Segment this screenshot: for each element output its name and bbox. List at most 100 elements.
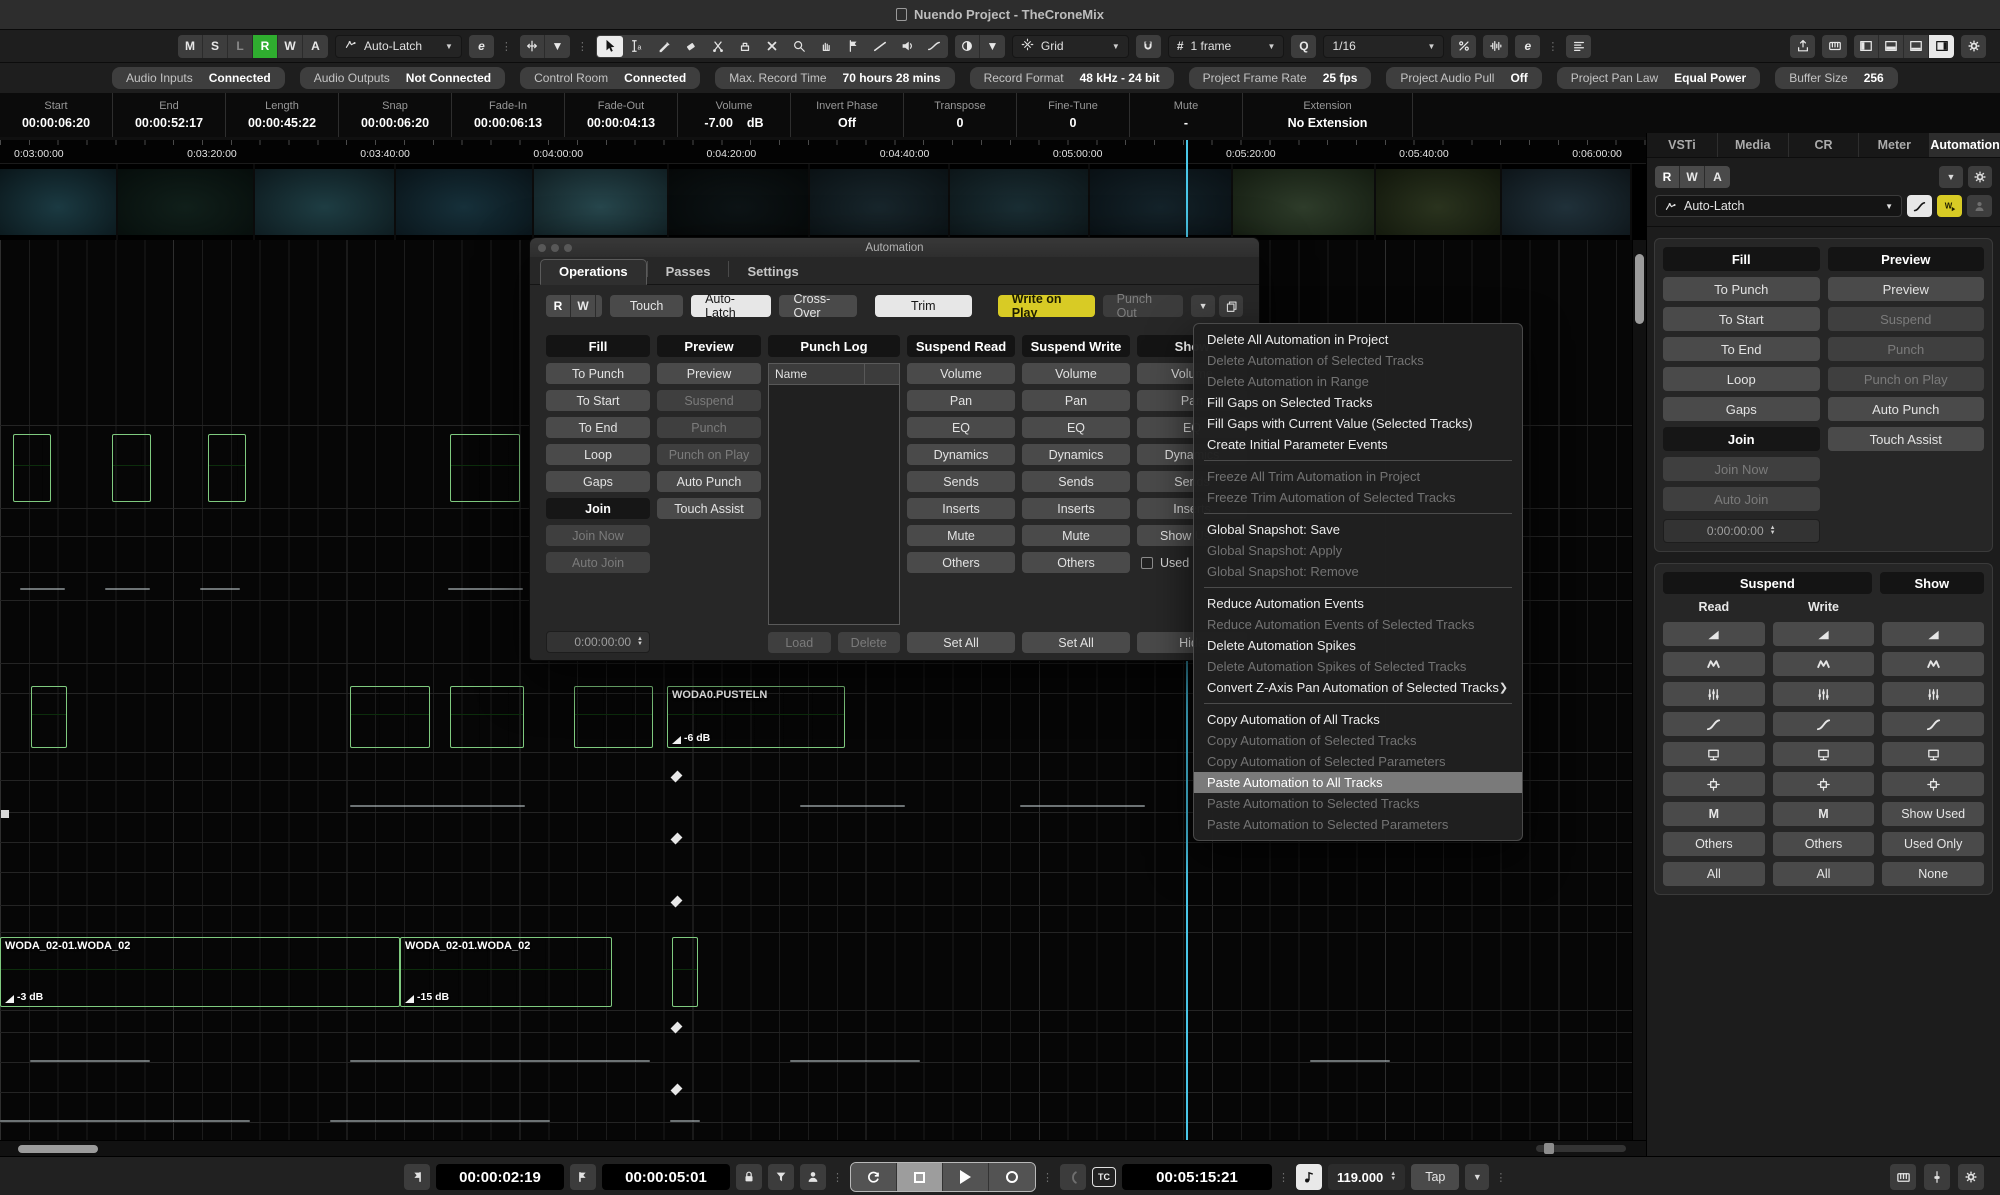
fill-time-stepper[interactable]: 0:00:00:00▲▼ (546, 631, 650, 653)
tab-settings[interactable]: Settings (729, 260, 816, 284)
loop-button[interactable]: Loop (546, 444, 650, 465)
horizontal-scrollbar[interactable] (0, 1140, 1646, 1156)
window-control-dots[interactable] (538, 244, 572, 252)
stepper-arrows-icon[interactable]: ▲▼ (1390, 1172, 1396, 1182)
preview-button[interactable]: Preview (657, 363, 761, 384)
timeline-ruler[interactable]: 0:03:00:000:03:20:000:03:40:000:04:00:00… (0, 140, 1646, 164)
audio-clip[interactable] (450, 434, 520, 502)
audio-clip[interactable] (13, 434, 51, 502)
curve-tool[interactable] (921, 36, 947, 57)
track-state-s-button[interactable]: S (203, 35, 228, 58)
transport-settings-gear-button[interactable] (1958, 1164, 1984, 1190)
video-thumbnail[interactable] (1090, 164, 1233, 240)
onscreen-keyboard-button[interactable] (1890, 1164, 1916, 1190)
audio-clip[interactable] (31, 686, 67, 748)
video-thumbnail[interactable] (118, 164, 255, 240)
pre-roll-button[interactable] (1060, 1164, 1086, 1190)
automation-mode-combo[interactable]: Auto-Latch ▼ (335, 35, 462, 58)
write-all-button[interactable]: All (1773, 862, 1875, 886)
write-m-button[interactable]: M (1773, 802, 1875, 826)
info-field-volume[interactable]: Volume-7.00dB (678, 93, 791, 137)
setup-toolbar-button[interactable] (1961, 35, 1986, 58)
track-state-l-button[interactable]: L (228, 35, 253, 58)
read-pan-button[interactable] (1663, 652, 1765, 676)
right-automation-mode-combo[interactable]: Auto-Latch▼ (1655, 195, 1902, 217)
info-field-mute[interactable]: Mute- (1130, 93, 1243, 137)
write-on-play-toggle-button[interactable]: W (1937, 195, 1962, 217)
snap-zero-crossing-button[interactable] (1451, 35, 1476, 58)
trim-toggle-button[interactable] (1907, 195, 1932, 217)
play-button[interactable] (943, 1163, 989, 1191)
cycle-button[interactable] (851, 1163, 897, 1191)
right-tab-vsti[interactable]: VSTi (1647, 133, 1718, 157)
object-selection-tool[interactable] (597, 36, 623, 57)
right-tab-automation[interactable]: Automation (1930, 133, 2000, 157)
show-sends-button[interactable] (1882, 742, 1984, 766)
info-field-length[interactable]: Length00:00:45:22 (226, 93, 339, 137)
right-tab-meter[interactable]: Meter (1859, 133, 1930, 157)
gaps-button[interactable]: Gaps (546, 471, 650, 492)
tab-operations[interactable]: Operations (540, 259, 647, 285)
set-all-button[interactable]: Set All (907, 632, 1015, 653)
show-show-used-button[interactable]: Show Used (1882, 802, 1984, 826)
left-locator-time[interactable]: 00:00:02:19 (436, 1164, 564, 1190)
workspace-button[interactable] (1566, 35, 1591, 58)
track-handle[interactable] (1, 810, 9, 818)
audio-clip[interactable] (208, 434, 246, 502)
automation-panel-titlebar[interactable]: Automation (530, 238, 1259, 257)
info-field-transpose[interactable]: Transpose0 (904, 93, 1017, 137)
video-thumbnail[interactable] (0, 164, 118, 240)
right-to-end-button[interactable]: To End (1663, 337, 1820, 361)
right-loop-button[interactable]: Loop (1663, 367, 1820, 391)
right-fill-time-stepper[interactable]: 0:00:00:00▲▼ (1663, 519, 1820, 543)
right-touch-assist-button[interactable]: Touch Assist (1828, 427, 1985, 451)
info-field-fade-in[interactable]: Fade-In00:00:06:13 (452, 93, 565, 137)
track-state-w-button[interactable]: W (278, 35, 303, 58)
hand-tool[interactable] (813, 36, 839, 57)
grid-type-combo[interactable]: # 1 frame ▼ (1168, 35, 1285, 58)
line-tool[interactable] (867, 36, 893, 57)
inserts-button[interactable]: Inserts (907, 498, 1015, 519)
write-volume-button[interactable] (1773, 622, 1875, 646)
export-button[interactable] (1790, 35, 1815, 58)
zone-right-toggle[interactable] (1929, 35, 1954, 58)
erase-tool[interactable] (678, 36, 704, 57)
auto-punch-button[interactable]: Auto Punch (657, 471, 761, 492)
info-field-fade-out[interactable]: Fade-Out00:00:04:13 (565, 93, 678, 137)
auto-punch-button[interactable] (800, 1164, 826, 1190)
automation-point-marker[interactable] (672, 833, 680, 847)
touch-mode-button[interactable]: Touch (610, 295, 683, 317)
menu-item-global-snapshot-save[interactable]: Global Snapshot: Save (1194, 519, 1522, 540)
to-end-button[interactable]: To End (546, 417, 650, 438)
read-others-button[interactable]: Others (1663, 832, 1765, 856)
write-pan-button[interactable] (1773, 652, 1875, 676)
read-volume-button[interactable] (1663, 622, 1765, 646)
video-thumbnail[interactable] (1502, 164, 1632, 240)
color-tool-button[interactable] (955, 35, 980, 58)
tempo-value[interactable]: 119.000▲▼ (1328, 1164, 1405, 1190)
glue-tool[interactable] (732, 36, 758, 57)
video-thumbnail[interactable] (396, 164, 534, 240)
menu-item-delete-all-automation-in-project[interactable]: Delete All Automation in Project (1194, 329, 1522, 350)
video-thumbnail[interactable] (255, 164, 396, 240)
quantize-combo[interactable]: 1/16 ▼ (1323, 35, 1444, 58)
right-functions-menu-button[interactable]: ▼ (1939, 166, 1963, 188)
automation-point-marker[interactable] (672, 1084, 680, 1098)
track-state-a-button[interactable]: A (303, 35, 328, 58)
vertical-scrollbar[interactable] (1632, 240, 1646, 1140)
monitor-fader-button[interactable] (1924, 1164, 1950, 1190)
horizontal-scrollbar-thumb[interactable] (18, 1145, 98, 1153)
audio-clip[interactable]: WODA_02-01.WODA_02-3 dB (0, 937, 400, 1007)
zone-left-toggle[interactable] (1854, 35, 1879, 58)
others-button[interactable]: Others (907, 552, 1015, 573)
copy-icon[interactable] (1219, 295, 1243, 317)
right-automation-w-button[interactable]: W (1680, 166, 1705, 188)
eq-button[interactable]: EQ (907, 417, 1015, 438)
volume-button[interactable]: Volume (907, 363, 1015, 384)
menu-item-create-initial-parameter-events[interactable]: Create Initial Parameter Events (1194, 434, 1522, 455)
color-tool-options-button[interactable]: ▼ (980, 35, 1005, 58)
write-inserts-button[interactable] (1773, 772, 1875, 796)
automation-r-button[interactable]: R (546, 295, 571, 317)
nudge-button[interactable] (520, 35, 545, 58)
stop-button[interactable] (897, 1163, 943, 1191)
